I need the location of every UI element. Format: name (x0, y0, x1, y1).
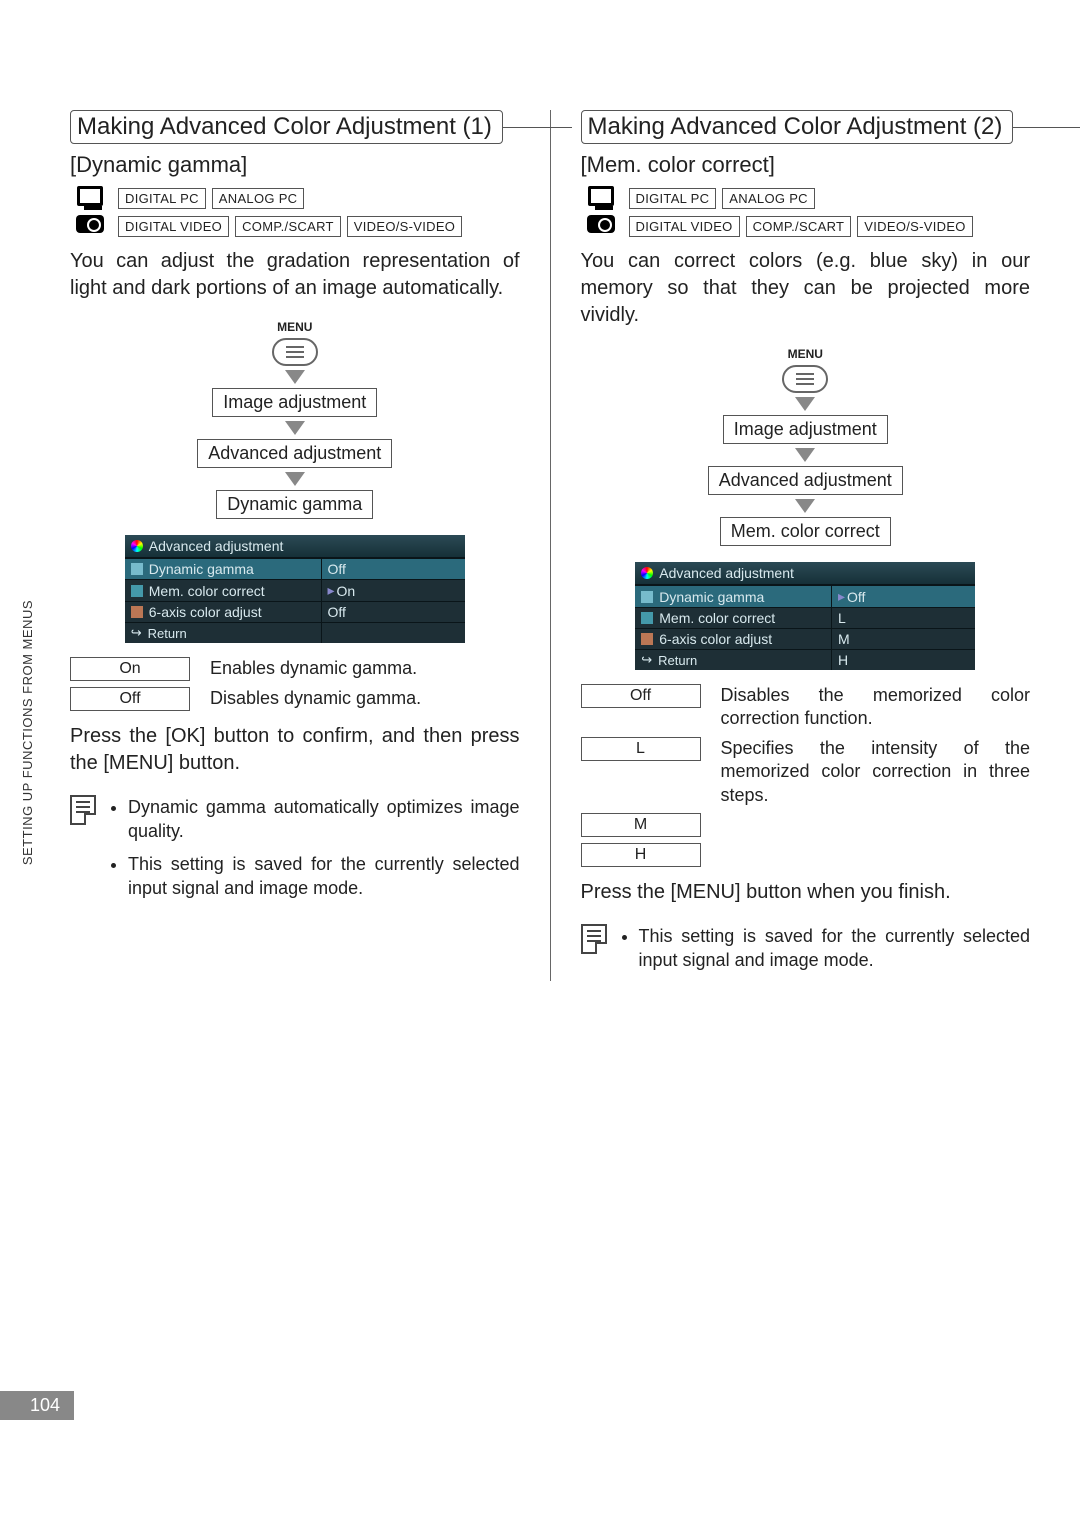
flow-step: Image adjustment (723, 415, 888, 444)
osd-item-icon (131, 585, 143, 597)
arrow-down-icon (285, 472, 305, 486)
menu-flow-left: MENU Image adjustment Advanced adjustmen… (70, 320, 520, 519)
column-divider (550, 110, 551, 981)
note-icon (70, 795, 96, 825)
section-subhead-left: [Dynamic gamma] (70, 152, 520, 178)
osd-item-icon (641, 612, 653, 624)
badge-digital-video: DIGITAL VIDEO (118, 216, 229, 237)
monitor-icon (588, 186, 614, 206)
section-title-left: Making Advanced Color Adjustment (1) (70, 110, 503, 144)
return-icon: ↪ (131, 625, 142, 641)
osd-row-label: 6-axis color adjust (659, 631, 772, 647)
menu-button-icon (272, 338, 318, 366)
option-on-desc: Enables dynamic gamma. (210, 657, 520, 680)
option-h-label: H (581, 843, 701, 867)
color-wheel-icon (641, 567, 653, 579)
osd-panel-right: Advanced adjustment Dynamic gamma ▸Off Me… (635, 562, 975, 670)
osd-row-label: Mem. color correct (659, 610, 775, 626)
menu-flow-right: MENU Image adjustment Advanced adjustmen… (581, 347, 1031, 546)
note-icon (581, 924, 607, 954)
osd-row-value: L (838, 610, 846, 626)
arrow-down-icon (795, 397, 815, 411)
after-text-right: Press the [MENU] button when you finish. (581, 879, 1031, 906)
menu-label: MENU (788, 347, 823, 361)
osd-row-value: Off (847, 589, 865, 605)
osd-item-icon (131, 563, 143, 575)
badge-digital-pc: DIGITAL PC (629, 188, 717, 209)
osd-return: Return (148, 626, 187, 641)
option-off-label: Off (70, 687, 190, 711)
option-m-label: M (581, 813, 701, 837)
option-l-label: L (581, 737, 701, 761)
badge-comp-scart: COMP./SCART (235, 216, 341, 237)
caret-icon: ▸ (838, 588, 845, 605)
osd-panel-left: Advanced adjustment Dynamic gamma Off Mem… (125, 535, 465, 643)
osd-row-value: On (337, 583, 356, 599)
caret-icon: ▸ (328, 582, 335, 599)
osd-item-icon (641, 591, 653, 603)
arrow-down-icon (285, 421, 305, 435)
flow-step-final: Mem. color correct (720, 517, 891, 546)
menu-label: MENU (277, 320, 312, 334)
return-icon: ↪ (641, 652, 652, 668)
osd-row-value: M (838, 631, 850, 647)
osd-title: Advanced adjustment (659, 565, 794, 581)
menu-button-icon (782, 365, 828, 393)
right-column: Making Advanced Color Adjustment (2) [Me… (581, 110, 1031, 981)
arrow-down-icon (795, 448, 815, 462)
badge-video-svideo: VIDEO/S-VIDEO (347, 216, 462, 237)
flow-step: Advanced adjustment (197, 439, 392, 468)
osd-row-label: Dynamic gamma (149, 561, 254, 577)
color-wheel-icon (131, 540, 143, 552)
osd-row-label: Mem. color correct (149, 583, 265, 599)
osd-row-value: H (838, 652, 848, 668)
left-column: Making Advanced Color Adjustment (1) [Dy… (70, 110, 520, 981)
arrow-down-icon (285, 370, 305, 384)
flow-step: Advanced adjustment (708, 466, 903, 495)
monitor-icon (77, 186, 103, 206)
after-text-left: Press the [OK] button to confirm, and th… (70, 723, 520, 777)
player-icon (587, 215, 615, 233)
badge-video-svideo: VIDEO/S-VIDEO (857, 216, 972, 237)
note-item: This setting is saved for the currently … (639, 924, 1031, 973)
badge-analog-pc: ANALOG PC (212, 188, 305, 209)
note-list-right: This setting is saved for the currently … (621, 924, 1031, 981)
osd-return: Return (658, 653, 697, 668)
player-icon (76, 215, 104, 233)
flow-step: Image adjustment (212, 388, 377, 417)
note-item: Dynamic gamma automatically optimizes im… (128, 795, 520, 844)
badge-digital-video: DIGITAL VIDEO (629, 216, 740, 237)
intro-text-left: You can adjust the gradation representat… (70, 248, 520, 302)
option-l-desc: Specifies the intensity of the memorized… (721, 737, 1031, 807)
badge-digital-pc: DIGITAL PC (118, 188, 206, 209)
flow-step-final: Dynamic gamma (216, 490, 373, 519)
osd-item-icon (641, 633, 653, 645)
side-tab: SETTING UP FUNCTIONS FROM MENUS (20, 600, 35, 865)
option-on-label: On (70, 657, 190, 681)
section-title-right: Making Advanced Color Adjustment (2) (581, 110, 1014, 144)
osd-row-label: 6-axis color adjust (149, 604, 262, 620)
osd-row-value: Off (328, 604, 346, 620)
badge-analog-pc: ANALOG PC (722, 188, 815, 209)
osd-row-value: Off (328, 561, 346, 577)
osd-title: Advanced adjustment (149, 538, 284, 554)
option-off-label: Off (581, 684, 701, 708)
note-list-left: Dynamic gamma automatically optimizes im… (110, 795, 520, 908)
option-off-desc: Disables the memorized color correction … (721, 684, 1031, 731)
page-number: 104 (0, 1391, 74, 1420)
note-item: This setting is saved for the currently … (128, 852, 520, 901)
section-subhead-right: [Mem. color correct] (581, 152, 1031, 178)
option-off-desc: Disables dynamic gamma. (210, 687, 520, 710)
osd-item-icon (131, 606, 143, 618)
intro-text-right: You can correct colors (e.g. blue sky) i… (581, 248, 1031, 329)
badge-comp-scart: COMP./SCART (746, 216, 852, 237)
arrow-down-icon (795, 499, 815, 513)
osd-row-label: Dynamic gamma (659, 589, 764, 605)
